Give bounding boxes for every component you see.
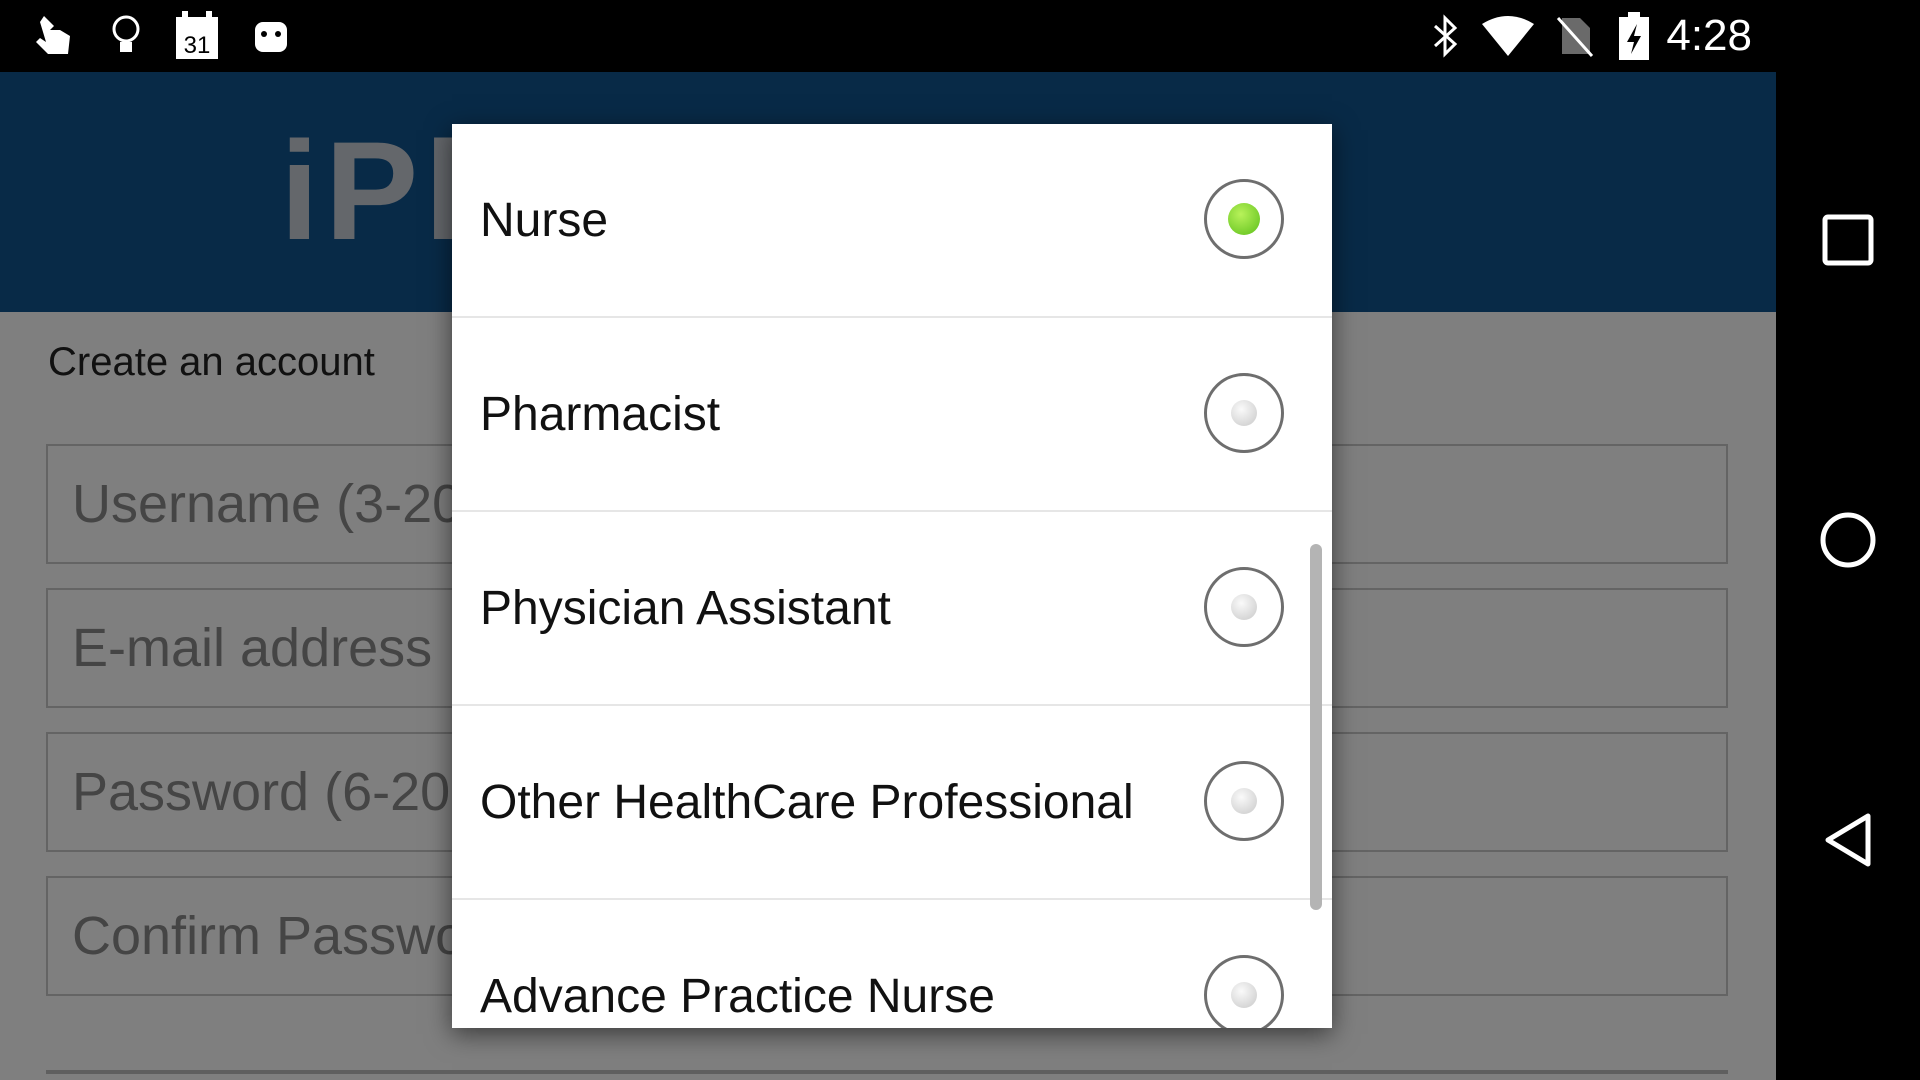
no-sim-icon [1554,10,1594,62]
back-triangle-icon[interactable] [1816,808,1880,872]
android-robot-icon [250,10,292,62]
scrollbar[interactable] [1310,544,1322,910]
option-label: Physician Assistant [480,582,891,635]
wifi-icon [1480,10,1536,62]
radio-button[interactable] [1204,373,1284,453]
calendar-day: 31 [184,32,211,59]
radio-dot [1231,400,1257,426]
calendar-icon: 31 [172,10,222,62]
radio-button[interactable] [1204,567,1284,647]
clock: 4:28 [1666,11,1752,60]
navigation-bar [1776,0,1920,1080]
radio-dot [1231,982,1257,1008]
home-circle-icon[interactable] [1816,508,1880,572]
profession-picker-dialog: Nurse Pharmacist Physician Assistant Oth… [452,124,1332,1028]
option-physician-assistant[interactable]: Physician Assistant [452,512,1332,706]
option-label: Pharmacist [480,388,721,441]
option-pharmacist[interactable]: Pharmacist [452,318,1332,512]
recents-square-icon[interactable] [1816,208,1880,272]
radio-button[interactable] [1204,179,1284,259]
lightbulb-icon [104,10,148,62]
option-other-healthcare-professional[interactable]: Other HealthCare Professional [452,706,1332,900]
touch-icon [28,10,80,62]
bluetooth-icon [1428,10,1464,62]
radio-dot [1231,788,1257,814]
option-label: Advance Practice Nurse [480,970,995,1023]
option-nurse[interactable]: Nurse [452,124,1332,318]
battery-charging-icon [1618,10,1650,62]
radio-dot [1231,594,1257,620]
radio-dot [1228,203,1260,235]
option-label: Other HealthCare Professional [480,776,1134,829]
status-bar: 31 4:28 [0,0,1776,72]
radio-button[interactable] [1204,761,1284,841]
option-advance-practice-nurse[interactable]: Advance Practice Nurse [452,900,1332,1028]
radio-button[interactable] [1204,955,1284,1028]
option-label: Nurse [480,194,609,247]
